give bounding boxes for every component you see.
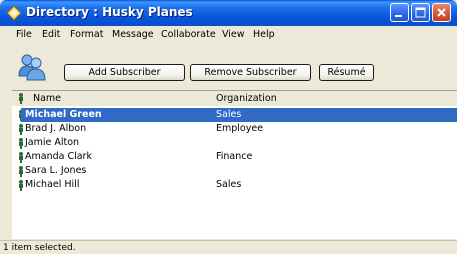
menu-bar: File Edit Format Message Collaborate Vie… (0, 26, 457, 44)
name-cell: Brad J. Albon (25, 123, 87, 134)
menu-help[interactable]: Help (253, 29, 275, 40)
maximize-icon (415, 7, 426, 18)
minimize-button[interactable] (390, 3, 409, 22)
status-text: 1 item selected. (3, 243, 76, 253)
name-cell: Jamie Alton (25, 137, 80, 148)
name-cell: Michael Hill (25, 179, 80, 190)
list-header: Name Organization (12, 91, 457, 106)
diamond-app-icon (6, 5, 22, 21)
toolbar: Add Subscriber Remove Subscriber Résumé (0, 44, 457, 89)
menu-collaborate[interactable]: Collaborate (161, 29, 216, 40)
maximize-button[interactable] (411, 3, 430, 22)
organization-cell: Finance (216, 151, 253, 162)
table-row[interactable]: Brad J. Albon Employee (12, 122, 457, 136)
menu-view[interactable]: View (222, 29, 245, 40)
organization-cell (215, 136, 457, 150)
window-title: Directory : Husky Planes (26, 5, 193, 19)
resume-button[interactable]: Résumé (319, 64, 374, 81)
directory-window: Directory : Husky Planes File Edit Forma… (0, 0, 457, 254)
organization-cell: Sales (216, 179, 242, 190)
column-header-organization[interactable]: Organization (216, 93, 277, 104)
menu-message[interactable]: Message (112, 29, 154, 40)
table-row[interactable]: Michael Hill Sales (12, 178, 457, 192)
menu-edit[interactable]: Edit (42, 29, 60, 40)
remove-subscriber-button[interactable]: Remove Subscriber (190, 64, 311, 81)
column-header-name[interactable]: Name (33, 93, 61, 104)
table-row[interactable]: Amanda Clark Finance (12, 150, 457, 164)
organization-cell (215, 164, 457, 178)
organization-cell: Employee (216, 123, 264, 134)
menu-file[interactable]: File (16, 29, 32, 40)
add-subscriber-button[interactable]: Add Subscriber (64, 64, 185, 81)
organization-cell: Sales (215, 108, 457, 122)
table-row[interactable]: Sara L. Jones (12, 164, 457, 178)
person-icon (19, 93, 23, 104)
minimize-icon (395, 15, 402, 17)
close-button[interactable] (432, 3, 451, 22)
people-icon (18, 54, 46, 81)
name-cell: Michael Green (21, 108, 216, 122)
title-bar[interactable]: Directory : Husky Planes (0, 0, 457, 26)
subscriber-list[interactable]: Name Organization Michael Green Sales Br… (12, 90, 457, 239)
menu-format[interactable]: Format (70, 29, 103, 40)
name-cell: Amanda Clark (25, 151, 92, 162)
table-row[interactable]: Michael Green Sales (12, 108, 457, 122)
close-icon (437, 8, 446, 17)
name-cell: Sara L. Jones (25, 165, 87, 176)
status-bar: 1 item selected. (0, 240, 457, 254)
table-row[interactable]: Jamie Alton (12, 136, 457, 150)
